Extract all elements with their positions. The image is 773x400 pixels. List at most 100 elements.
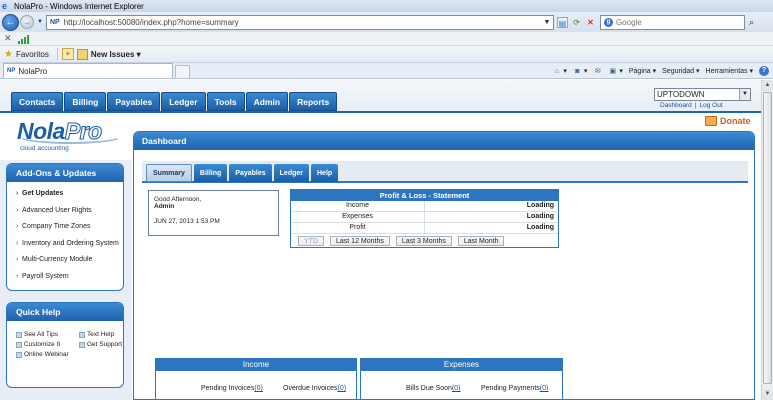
- new-issues-button[interactable]: New Issues ▾: [91, 50, 141, 59]
- addon-inventory-ordering[interactable]: Inventory and Ordering System: [16, 236, 123, 253]
- print-button[interactable]: ▣ ▾: [608, 67, 623, 76]
- address-bar[interactable]: NP http://localhost:50080/index.php?home…: [45, 14, 554, 30]
- rss-icon: ◙: [575, 67, 580, 75]
- favorites-button[interactable]: Favoritos: [16, 50, 49, 59]
- dashboard-panel: Dashboard Summary Billing Payables Ledge…: [133, 131, 755, 400]
- dashboard-link[interactable]: Dashboard: [660, 102, 692, 109]
- last-month-button[interactable]: Last Month: [457, 236, 505, 246]
- pl-row-expenses: Expenses Loading: [291, 212, 558, 223]
- company-select[interactable]: UPTODOWN ▼: [654, 88, 751, 101]
- addons-title: Add-Ons & Updates: [7, 164, 123, 182]
- tab-payables[interactable]: Payables: [229, 164, 272, 182]
- item-count[interactable]: (0): [452, 385, 461, 392]
- pl-row-income: Income Loading: [291, 201, 558, 212]
- addon-advanced-user-rights[interactable]: Advanced User Rights: [16, 203, 123, 220]
- tab-billing[interactable]: Billing: [193, 164, 228, 182]
- tools-menu[interactable]: Herramientas ▾: [706, 67, 753, 75]
- stop-icon[interactable]: ✕: [585, 17, 596, 28]
- pending-payments-link[interactable]: Pending Payments(0): [481, 385, 548, 392]
- help-icon[interactable]: ?: [759, 66, 769, 76]
- quick-help-see-all-tips[interactable]: See All Tips: [16, 331, 58, 338]
- expenses-body: Bills Due Soon(0) Pending Payments(0): [361, 371, 562, 399]
- close-toolbar-icon[interactable]: ✕: [4, 33, 12, 44]
- top-links: Dashboard | Log Out: [660, 102, 723, 109]
- tab-help[interactable]: Help: [311, 164, 339, 182]
- logout-link[interactable]: Log Out: [700, 102, 723, 109]
- quick-help-text-help[interactable]: Text Help: [79, 331, 114, 338]
- item-count[interactable]: (0): [254, 385, 263, 392]
- addon-payroll[interactable]: Payroll System: [16, 269, 123, 286]
- search-box[interactable]: g: [599, 14, 745, 30]
- addons-panel: Add-Ons & Updates Get Updates Advanced U…: [6, 163, 124, 291]
- bills-due-soon-link[interactable]: Bills Due Soon(0): [406, 385, 460, 392]
- nav-payables[interactable]: Payables: [107, 92, 161, 111]
- browser-tab-nolapro[interactable]: NP NolaPro: [3, 63, 173, 78]
- item-count[interactable]: (0): [337, 385, 346, 392]
- pending-invoices-link[interactable]: Pending Invoices(0): [201, 385, 263, 392]
- search-icon[interactable]: ⌕: [749, 17, 759, 28]
- addon-multi-currency[interactable]: Multi-Currency Module: [16, 252, 123, 269]
- quick-help-label: Get Support: [87, 341, 123, 348]
- mail-button[interactable]: ✉: [593, 67, 602, 76]
- last-12-months-button[interactable]: Last 12 Months: [330, 236, 390, 246]
- chevron-down-icon[interactable]: ▼: [739, 89, 750, 100]
- back-button[interactable]: ←: [2, 13, 19, 31]
- tab-title: NolaPro: [18, 66, 48, 76]
- nav-admin[interactable]: Admin: [245, 92, 289, 111]
- refresh-icon[interactable]: ⟳: [571, 17, 582, 28]
- income-panel: Income Pending Invoices(0) Overdue Invoi…: [155, 358, 357, 399]
- address-dropdown-icon[interactable]: ▼: [541, 19, 553, 26]
- nav-history-dropdown-icon[interactable]: ▼: [37, 19, 43, 25]
- logo-swoosh: [17, 128, 123, 144]
- pl-title: Profit & Loss - Statement: [291, 190, 558, 201]
- sidebar: Add-Ons & Updates Get Updates Advanced U…: [0, 160, 132, 400]
- tab-summary[interactable]: Summary: [146, 164, 192, 182]
- item-count[interactable]: (0): [540, 385, 549, 392]
- addon-get-updates[interactable]: Get Updates: [16, 186, 123, 203]
- nav-tools[interactable]: Tools: [206, 92, 245, 111]
- last-3-months-button[interactable]: Last 3 Months: [395, 236, 452, 246]
- ytd-button[interactable]: YTD: [298, 236, 324, 246]
- page-title: Dashboard: [134, 132, 754, 150]
- income-title: Income: [156, 359, 356, 371]
- gift-icon: [705, 116, 717, 126]
- link-separator: |: [694, 102, 697, 109]
- quick-help-get-support[interactable]: Get Support: [79, 341, 122, 348]
- addon-company-time-zones[interactable]: Company Time Zones: [16, 219, 123, 236]
- nav-reports[interactable]: Reports: [289, 92, 338, 111]
- address-url[interactable]: http://localhost:50080/index.php?home=su…: [64, 18, 541, 27]
- scroll-thumb[interactable]: [763, 92, 772, 384]
- favorites-star-icon[interactable]: ★: [4, 49, 13, 60]
- favorites-bar: ★ Favoritos + New Issues ▾: [0, 46, 773, 63]
- feeds-button[interactable]: ◙ ▾: [573, 67, 587, 76]
- add-favorite-icon[interactable]: +: [61, 48, 74, 60]
- compatibility-view-icon[interactable]: ▤: [556, 16, 568, 28]
- expenses-panel: Expenses Bills Due Soon(0) Pending Payme…: [360, 358, 563, 399]
- home-button[interactable]: ⌂ ▾: [552, 67, 567, 76]
- nav-contacts[interactable]: Contacts: [11, 92, 64, 111]
- page-menu[interactable]: Página ▾: [629, 67, 656, 75]
- quick-help-label: See All Tips: [24, 331, 58, 338]
- quick-help-panel: Quick Help See All Tips Text Help Custom…: [6, 302, 124, 388]
- nolapro-logo[interactable]: NolaPro cloud accounting: [17, 118, 127, 154]
- item-label: Bills Due Soon: [406, 385, 452, 392]
- overdue-invoices-link[interactable]: Overdue Invoices(0): [283, 385, 346, 392]
- quick-help-online-webinar[interactable]: Online Webinar: [16, 351, 69, 358]
- search-input[interactable]: [615, 17, 744, 27]
- vertical-scrollbar[interactable]: ▲ ▼: [761, 80, 773, 400]
- donate-button[interactable]: Donate: [705, 116, 751, 126]
- printer-icon: ▣: [609, 67, 617, 75]
- nav-ledger[interactable]: Ledger: [161, 92, 206, 111]
- new-issues-icon: [76, 48, 88, 60]
- divider: [56, 48, 58, 60]
- tip-icon: [16, 341, 22, 348]
- nav-billing[interactable]: Billing: [64, 92, 107, 111]
- scroll-up-icon[interactable]: ▲: [762, 80, 773, 91]
- security-menu[interactable]: Seguridad ▾: [662, 67, 699, 75]
- quick-help-customize[interactable]: Customize It: [16, 341, 60, 348]
- tab-ledger[interactable]: Ledger: [273, 164, 309, 182]
- quick-help-label: Text Help: [87, 331, 115, 338]
- forward-button[interactable]: →: [20, 15, 34, 29]
- scroll-down-icon[interactable]: ▼: [762, 389, 773, 400]
- new-tab-button[interactable]: [175, 65, 190, 78]
